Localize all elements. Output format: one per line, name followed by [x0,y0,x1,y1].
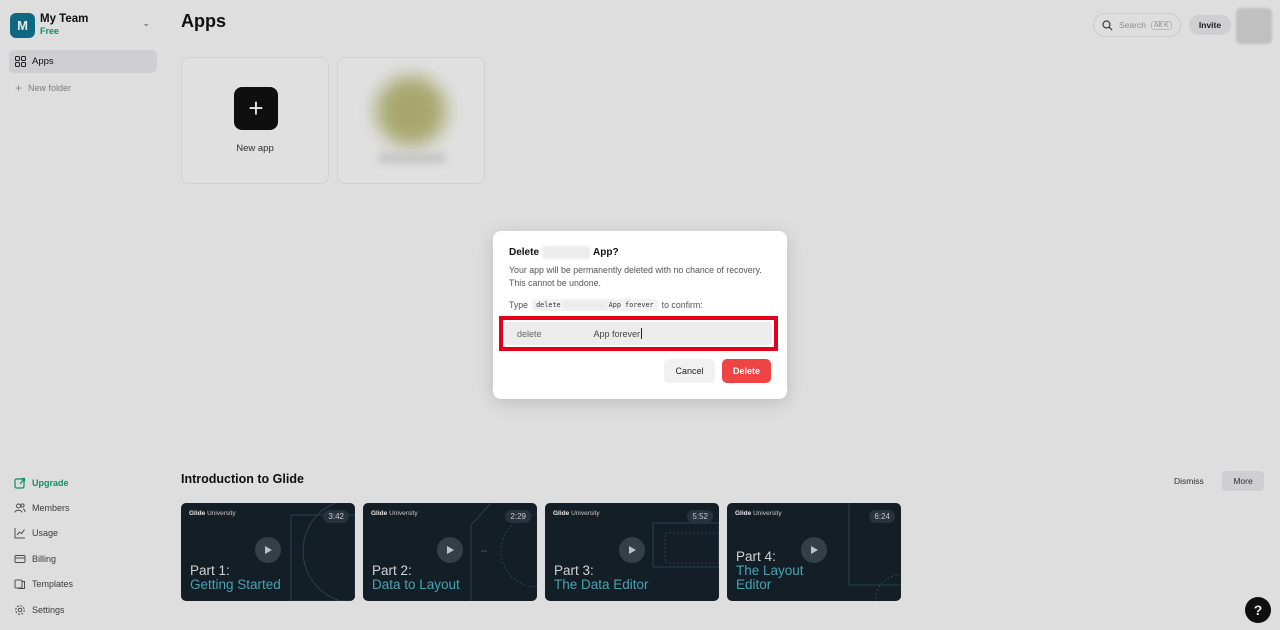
confirm-instruction: Type delete App forever to confirm: [509,299,703,311]
text-caret [641,328,643,339]
dialog-title: Delete App? [509,246,619,259]
dialog-description: Your app will be permanently deleted wit… [509,265,762,288]
confirm-phrase: delete App forever [532,299,658,311]
cancel-button[interactable]: Cancel [664,359,715,383]
redacted-app-name [545,328,590,339]
redacted-app-name [562,301,607,309]
delete-button[interactable]: Delete [722,359,771,383]
redacted-app-name [542,246,591,259]
confirm-input[interactable]: delete App forever [505,322,772,345]
